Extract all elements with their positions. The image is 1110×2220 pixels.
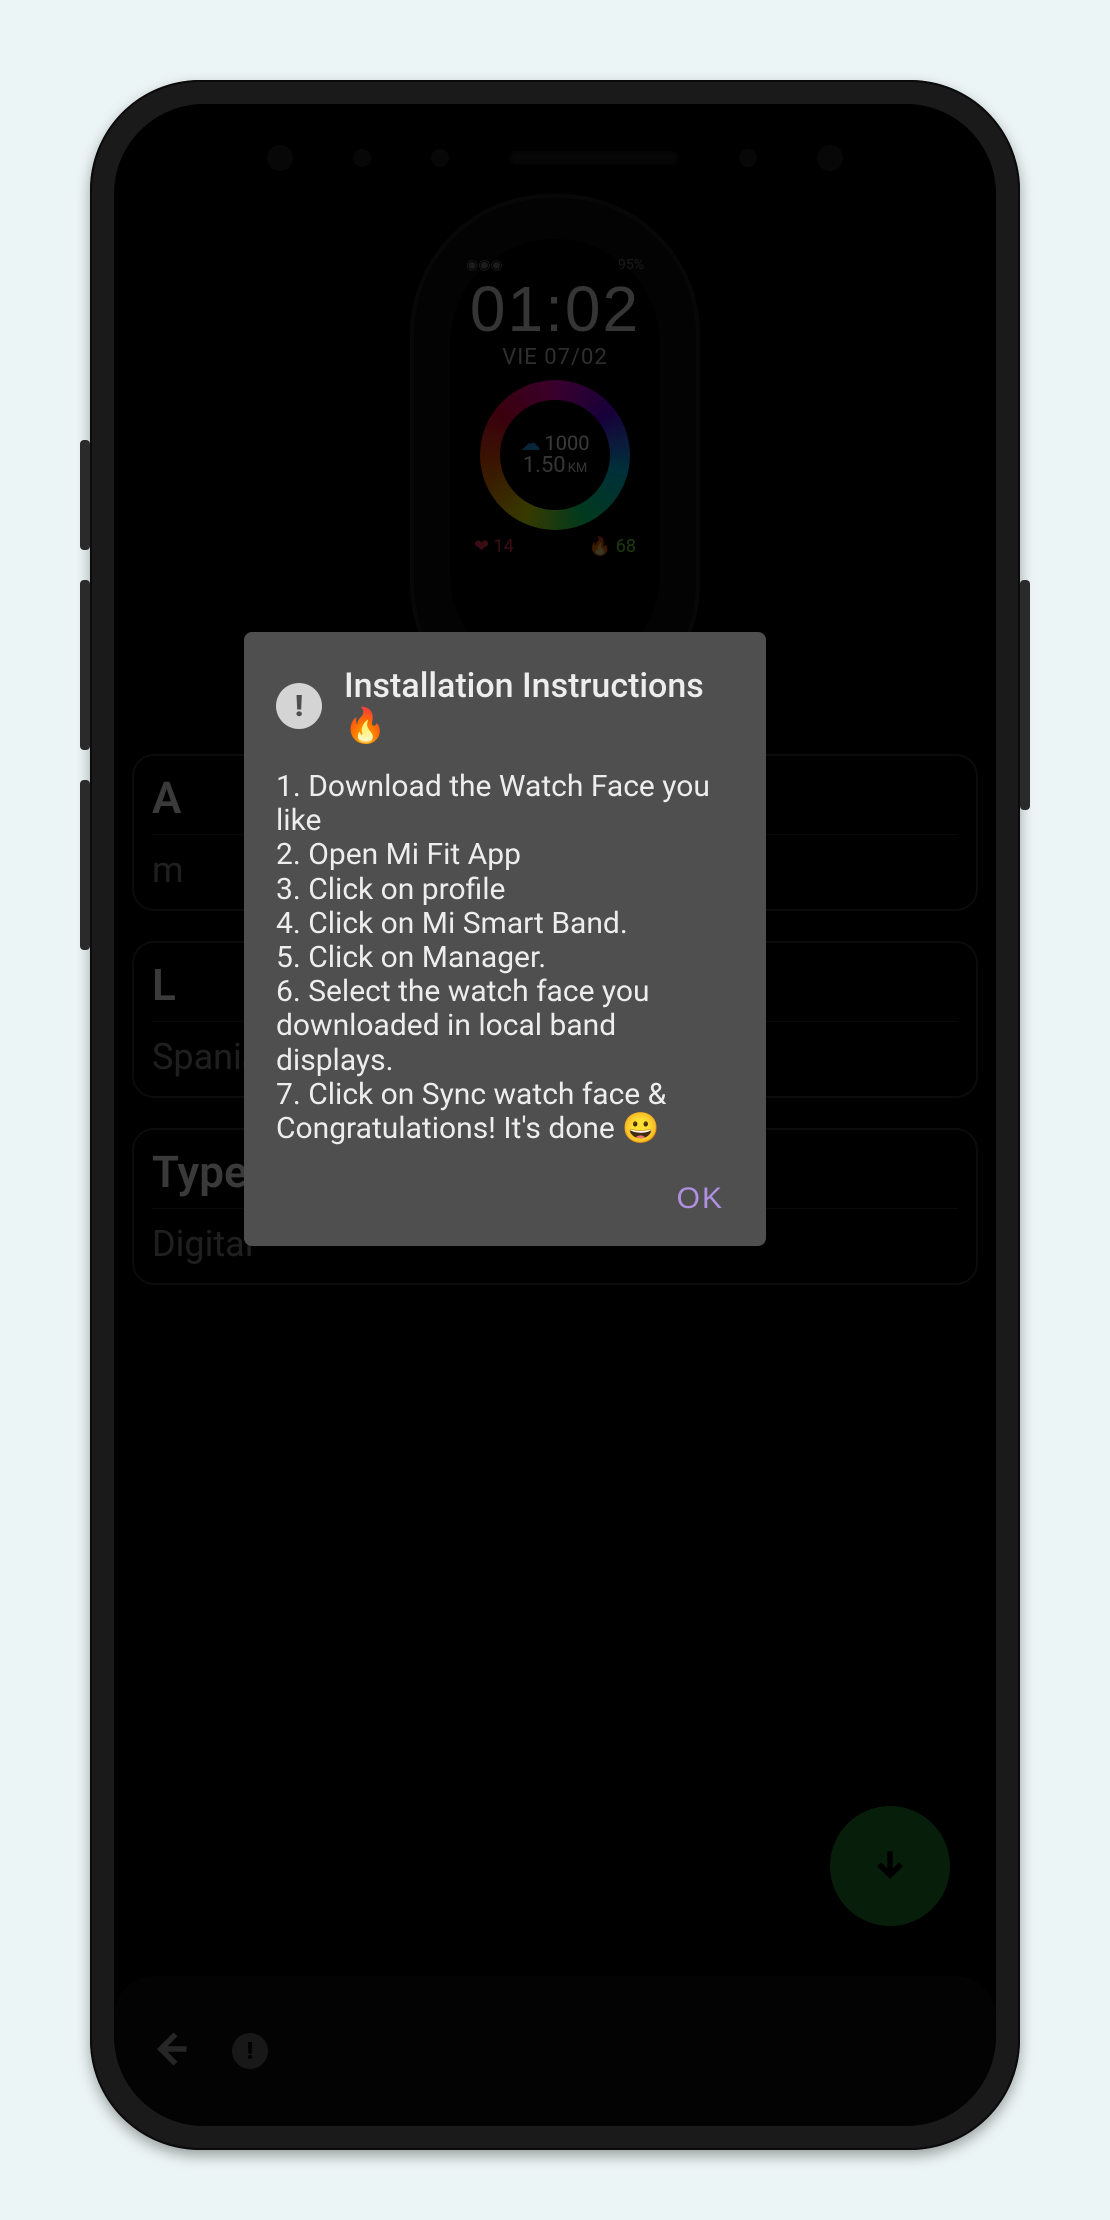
dialog-step: 6. Select the watch face you downloaded … bbox=[276, 975, 734, 1078]
dialog-title: Installation Instructions 🔥 bbox=[344, 666, 734, 746]
volume-down-button bbox=[80, 780, 90, 950]
dialog-body: 1. Download the Watch Face you like 2. O… bbox=[276, 770, 734, 1146]
dialog-step: 7. Click on Sync watch face & Congratula… bbox=[276, 1078, 734, 1146]
instructions-dialog: ! Installation Instructions 🔥 1. Downloa… bbox=[244, 632, 766, 1246]
dialog-step: 5. Click on Manager. bbox=[276, 941, 734, 975]
dialog-step: 4. Click on Mi Smart Band. bbox=[276, 907, 734, 941]
power-button bbox=[1020, 580, 1030, 810]
ok-button[interactable]: OK bbox=[667, 1176, 734, 1222]
dialog-step: 1. Download the Watch Face you like bbox=[276, 770, 734, 838]
dialog-step: 3. Click on profile bbox=[276, 873, 734, 907]
volume-up-button bbox=[80, 580, 90, 750]
alert-icon: ! bbox=[276, 683, 322, 729]
phone-screen-bezel: ◉◉◉ 95% 01:02 VIE 07/02 ☁ 1000 bbox=[114, 104, 996, 2126]
dialog-step: 2. Open Mi Fit App bbox=[276, 838, 734, 872]
phone-frame: ◉◉◉ 95% 01:02 VIE 07/02 ☁ 1000 bbox=[90, 80, 1020, 2150]
side-button bbox=[80, 440, 90, 550]
